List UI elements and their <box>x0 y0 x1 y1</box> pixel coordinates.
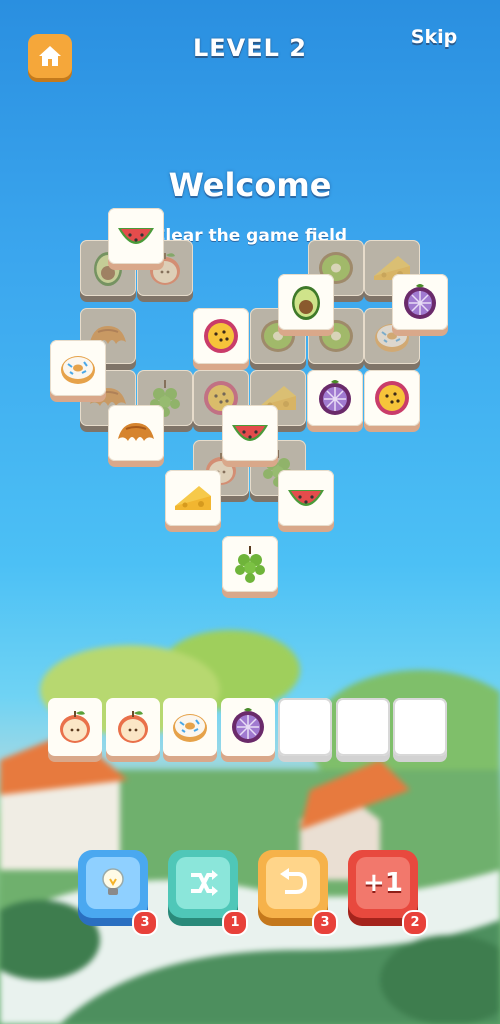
shuffle-count-badge: 1 <box>222 910 248 936</box>
village-background <box>0 630 500 1024</box>
shuffle-button[interactable]: 1 <box>168 850 248 936</box>
watermelon-icon <box>118 228 154 244</box>
croissant-icon <box>118 423 154 441</box>
grapes-icon <box>235 546 265 583</box>
passion-fruit-icon <box>204 319 238 353</box>
donut-icon <box>173 714 207 742</box>
watermelon-icon <box>232 425 268 441</box>
board-tile-watermelon[interactable] <box>278 470 334 532</box>
extra-slot-count-badge: 2 <box>402 910 428 936</box>
shuffle-icon <box>191 870 218 896</box>
undo-icon <box>280 868 308 894</box>
board-tile-passion-fruit[interactable] <box>193 308 249 370</box>
hint-button[interactable]: 3 <box>78 850 158 936</box>
board-tile-watermelon[interactable] <box>222 405 278 467</box>
tray-slot-donut <box>163 698 217 762</box>
lightbulb-icon <box>102 868 124 895</box>
hint-count-badge: 3 <box>132 910 158 936</box>
undo-button[interactable]: 3 <box>258 850 338 936</box>
undo-count-badge: 3 <box>312 910 338 936</box>
tray-slot-apple <box>48 698 102 762</box>
watermelon-icon <box>288 490 324 506</box>
board-tile-cheese[interactable] <box>165 470 221 532</box>
board-tile-watermelon[interactable] <box>108 208 164 270</box>
board-tile-avocado[interactable] <box>278 274 334 336</box>
passion-fruit-icon <box>375 381 409 415</box>
apple-icon <box>117 711 148 743</box>
welcome-subtitle: Clear the game field <box>152 226 348 246</box>
tray-slot-mangosteen <box>220 698 275 762</box>
avocado-icon <box>292 286 320 320</box>
tile-tray <box>48 698 450 774</box>
board-tile-mangosteen[interactable] <box>307 370 363 432</box>
board-tile-passion-fruit[interactable] <box>364 370 420 432</box>
extra-slot-label: +1 <box>363 868 403 898</box>
apple-icon <box>60 711 90 743</box>
mangosteen-icon <box>319 380 351 415</box>
mangosteen-icon <box>404 284 436 319</box>
board-tile-mangosteen[interactable] <box>392 274 448 336</box>
tray-slot-empty <box>278 698 332 762</box>
board-tile-croissant[interactable] <box>108 405 164 467</box>
mangosteen-icon <box>231 708 264 743</box>
tray-slot-empty <box>335 698 390 762</box>
board-tile-grapes[interactable] <box>222 536 278 598</box>
skip-button[interactable]: Skip <box>404 26 464 48</box>
cheese-icon <box>175 486 211 510</box>
tray-slot-apple <box>105 698 160 762</box>
tray-slot-empty <box>393 698 447 762</box>
welcome-title: Welcome <box>168 166 332 204</box>
game-screen: LEVEL 2 Skip Welcome Clear the game fiel… <box>0 0 500 1024</box>
extra-slot-button[interactable]: +1 2 <box>348 850 428 936</box>
board-tile-donut[interactable] <box>50 340 106 402</box>
donut-icon <box>61 356 95 384</box>
